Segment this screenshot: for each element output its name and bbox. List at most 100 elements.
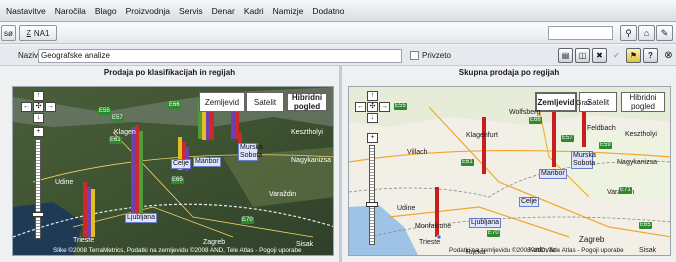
city-label-ljubljana: Ljubljana <box>125 213 158 223</box>
right-panel-title: Skupna prodaja po regijah <box>458 68 560 77</box>
layout-icon[interactable]: ▤ <box>558 48 573 63</box>
map-type-hybrid-button[interactable]: Hibridni pogled <box>286 92 328 112</box>
pan-left-icon[interactable]: ← <box>21 102 32 112</box>
pan-right-icon[interactable]: → <box>45 102 56 112</box>
city-label-maribor: Maribor <box>539 169 567 179</box>
name-bar: Naziv Geografske analize Privzeto ▤ ◫ ✖ … <box>0 46 676 66</box>
city-label-trieste: Trieste <box>419 239 441 246</box>
menu-item-dodatno[interactable]: Dodatno <box>312 6 344 16</box>
na1-button[interactable]: Z NA1 <box>19 25 57 41</box>
city-label-udine: Udine <box>397 205 416 212</box>
pan-down-icon[interactable]: ↓ <box>33 113 44 123</box>
menu-item-servis[interactable]: Servis <box>179 6 203 16</box>
road-badge: E59 <box>599 142 612 149</box>
zoom-slider-knob[interactable] <box>366 202 378 207</box>
city-label-villach: Villach <box>407 149 428 156</box>
pan-down-icon[interactable]: ↓ <box>367 113 378 123</box>
road-badge: E70 <box>487 230 500 237</box>
pan-left-icon[interactable]: ← <box>355 102 366 112</box>
menu-item-namizje[interactable]: Namizje <box>273 6 304 16</box>
menu-bar: Nastavitve Naročila Blago Proizvodnja Se… <box>0 0 676 22</box>
city-label-ljubljana: Ljubljana <box>469 218 502 228</box>
pan-center-icon[interactable]: ✣ <box>367 102 378 112</box>
left-map-imagery <box>13 87 333 255</box>
city-label-celje: Celje <box>171 159 191 169</box>
pan-up-icon[interactable]: ↑ <box>33 91 44 101</box>
menu-item-denar[interactable]: Denar <box>212 6 235 16</box>
close-window-icon[interactable]: ✖ <box>592 48 607 63</box>
edit-icon[interactable]: ✎ <box>656 25 673 41</box>
panel-divider[interactable] <box>339 66 342 262</box>
region-label-kesztholyi: Kesztholyi <box>291 129 323 136</box>
city-label-maribor: Maribor <box>193 157 221 167</box>
city-label-graz: Graz <box>576 100 592 107</box>
city-label-zagreb: Zagreb <box>579 235 605 244</box>
road-badge: E55 <box>394 103 407 110</box>
city-label-celje: Celje <box>519 197 539 207</box>
map-attribution: Slike ©2008 TerraMetrics, Podatki na zem… <box>53 247 302 254</box>
region-label-nagykanizsa: Nagykanizsa <box>291 157 332 164</box>
menu-item-blago[interactable]: Blago <box>95 6 117 16</box>
menu-item-nastavitve[interactable]: Nastavitve <box>6 6 46 16</box>
toolbar: sø Z NA1 ⚲ ⌂ ✎ <box>0 23 676 44</box>
city-label-klagen: Klagen <box>114 129 136 136</box>
map-type-hybrid-button[interactable]: Hibridni pogled <box>621 92 665 112</box>
city-label-nagykanizsa: Nagykanizsa <box>617 159 658 166</box>
left-panel-title: Prodaja po klasifikacijah in regijah <box>103 68 236 77</box>
road-badge: E61 <box>461 159 474 166</box>
road-badge: E65 <box>639 222 652 229</box>
zoom-in-icon[interactable]: + <box>367 133 378 143</box>
road-badge: E61 <box>109 137 122 144</box>
home-button[interactable]: sø <box>1 25 16 41</box>
region-label-varazdin: Varaždin <box>269 191 297 198</box>
z-prefix-icon: Z <box>26 29 31 37</box>
lock-icon[interactable]: ⚑ <box>626 48 641 63</box>
map-type-map-button[interactable]: Zemljevid <box>199 92 245 112</box>
city-label-monfalcone: Monfalcone <box>415 223 452 230</box>
left-map[interactable]: Zemljevid Satelit Hibridni pogled ↑ ← ✣ … <box>12 86 334 256</box>
columns-icon[interactable]: ◫ <box>575 48 590 63</box>
road-badge: E70 <box>241 217 254 224</box>
na1-label: NA1 <box>33 28 50 38</box>
help-icon[interactable]: ? <box>643 48 658 63</box>
menu-item-kadri[interactable]: Kadri <box>244 6 264 16</box>
road-badge: E66 <box>168 102 181 109</box>
quick-search-input[interactable] <box>548 26 613 40</box>
close-icon[interactable]: ⊗ <box>661 48 676 63</box>
map-type-map-button[interactable]: Zemljevid <box>535 92 577 112</box>
zoom-in-icon[interactable]: + <box>33 127 44 137</box>
home-icon[interactable]: ⌂ <box>638 25 655 41</box>
search-icon[interactable]: ⚲ <box>620 25 637 41</box>
pan-right-icon[interactable]: → <box>379 102 390 112</box>
confirm-icon[interactable]: ✔ <box>609 48 624 63</box>
road-badge: E55 <box>98 108 111 115</box>
name-label: Naziv <box>18 51 39 60</box>
city-label-murska-sobota: Murska Sobota <box>571 151 596 169</box>
pan-center-icon[interactable]: ✣ <box>33 102 44 112</box>
city-label-udine: Udine <box>55 179 74 186</box>
road-badge: E57 <box>111 115 124 122</box>
city-label-wolfsberg: Wolfsberg <box>509 109 541 116</box>
city-label-klagenfurt: Klagenfurt <box>466 132 498 139</box>
name-input[interactable]: Geografske analize <box>38 49 402 63</box>
city-label-trieste: Trieste <box>73 237 95 244</box>
pan-up-icon[interactable]: ↑ <box>367 91 378 101</box>
city-label-feldbach: Feldbach <box>587 125 616 132</box>
city-label-zagreb: Zagreb <box>203 239 226 246</box>
default-checkbox-label: Privzeto <box>422 51 451 60</box>
road-badge: E57 <box>561 135 574 142</box>
map-attribution: Podatki na zemljevidu ©2008 AND, Tele At… <box>449 247 624 254</box>
zoom-slider[interactable] <box>369 145 375 245</box>
road-badge: E65 <box>171 177 184 184</box>
city-label-kesztholyi: Kesztholyi <box>625 131 657 138</box>
default-checkbox[interactable] <box>410 51 419 60</box>
right-map[interactable]: Zemljevid Satelit Hibridni pogled ↑ ← ✣ … <box>348 86 671 256</box>
menu-item-narocila[interactable]: Naročila <box>55 6 86 16</box>
city-label-sisak: Sisak <box>639 247 657 254</box>
map-type-satellite-button[interactable]: Satelit <box>246 92 284 112</box>
menu-item-proizvodnja[interactable]: Proizvodnja <box>126 6 170 16</box>
city-label-murska-sobota: Murska Sobota <box>238 143 263 161</box>
road-badge: E71 <box>619 187 632 194</box>
zoom-slider[interactable] <box>35 139 41 239</box>
zoom-slider-knob[interactable] <box>32 212 44 217</box>
